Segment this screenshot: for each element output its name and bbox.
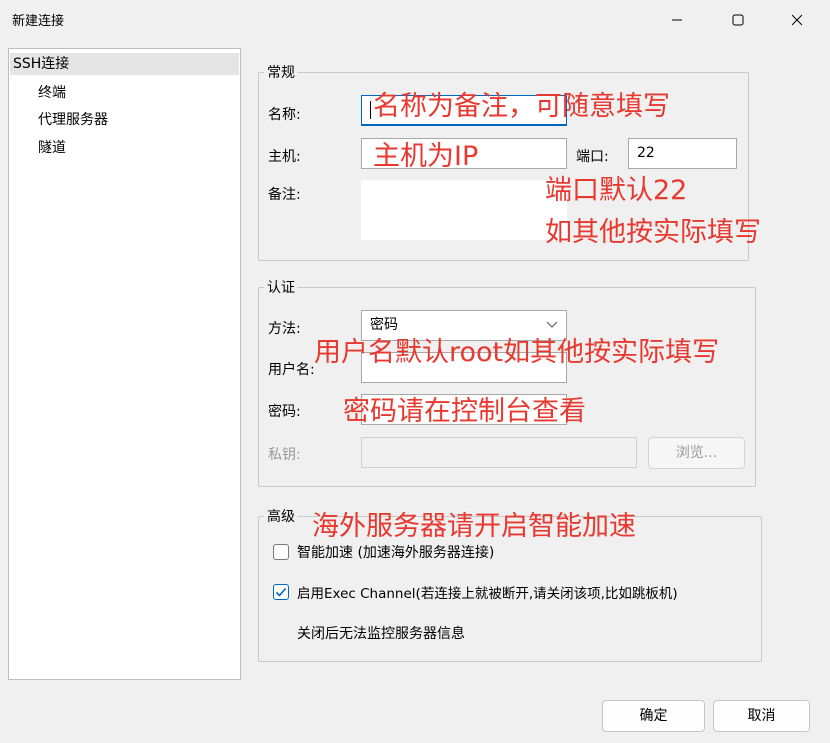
private-key-label: 私钥:	[268, 447, 301, 463]
host-label: 主机:	[268, 149, 301, 165]
advanced-legend: 高级	[264, 506, 298, 526]
sidebar-item-terminal[interactable]: 终端	[38, 82, 66, 102]
cancel-button[interactable]: 取消	[713, 700, 810, 732]
maximize-icon	[732, 14, 744, 26]
note-label: 备注:	[268, 187, 301, 203]
browse-button: 浏览...	[648, 437, 745, 469]
sidebar-item-ssh[interactable]: SSH连接	[10, 53, 239, 75]
username-label: 用户名:	[268, 362, 315, 378]
annotation-password-hint: 密码请在控制台查看	[343, 396, 586, 427]
close-button[interactable]	[774, 0, 820, 40]
maximize-button[interactable]	[715, 0, 761, 40]
annotation-user-hint: 用户名默认root如其他按实际填写	[314, 337, 720, 368]
checkmark-icon	[275, 587, 287, 597]
minimize-button[interactable]	[654, 0, 700, 40]
text-caret	[370, 101, 371, 119]
exec-channel-label[interactable]: 启用Exec Channel(若连接上就被断开,请关闭该项,比如跳板机)	[297, 582, 678, 602]
annotation-host-hint: 主机为IP	[373, 141, 479, 172]
annotation-port-hint: 端口默认22	[545, 175, 688, 206]
title-bar: 新建连接	[0, 0, 830, 40]
exec-channel-note: 关闭后无法监控服务器信息	[297, 626, 465, 642]
note-textarea[interactable]	[361, 180, 567, 240]
sidebar-item-tunnel[interactable]: 隧道	[38, 137, 66, 157]
ok-button[interactable]: 确定	[602, 700, 705, 732]
private-key-input	[361, 437, 637, 468]
password-label: 密码:	[268, 404, 301, 420]
auth-legend: 认证	[264, 277, 298, 297]
settings-sidebar: SSH连接 终端 代理服务器 隧道	[8, 48, 241, 680]
close-icon	[791, 14, 803, 26]
method-label: 方法:	[268, 321, 301, 337]
annotation-port-hint-2: 如其他按实际填写	[545, 217, 761, 248]
general-legend: 常规	[264, 62, 298, 82]
smart-accel-label[interactable]: 智能加速 (加速海外服务器连接)	[297, 542, 494, 562]
port-input[interactable]: 22	[628, 138, 737, 169]
annotation-name-hint: 名称为备注，可随意填写	[373, 91, 670, 122]
exec-channel-checkbox[interactable]	[273, 584, 289, 600]
annotation-advanced-hint: 海外服务器请开启智能加速	[312, 511, 636, 542]
smart-accel-checkbox[interactable]	[273, 544, 289, 560]
sidebar-item-proxy[interactable]: 代理服务器	[38, 109, 108, 129]
window-title: 新建连接	[12, 14, 65, 29]
minimize-icon	[672, 19, 682, 21]
port-label: 端口:	[576, 149, 609, 165]
name-label: 名称:	[268, 107, 301, 123]
